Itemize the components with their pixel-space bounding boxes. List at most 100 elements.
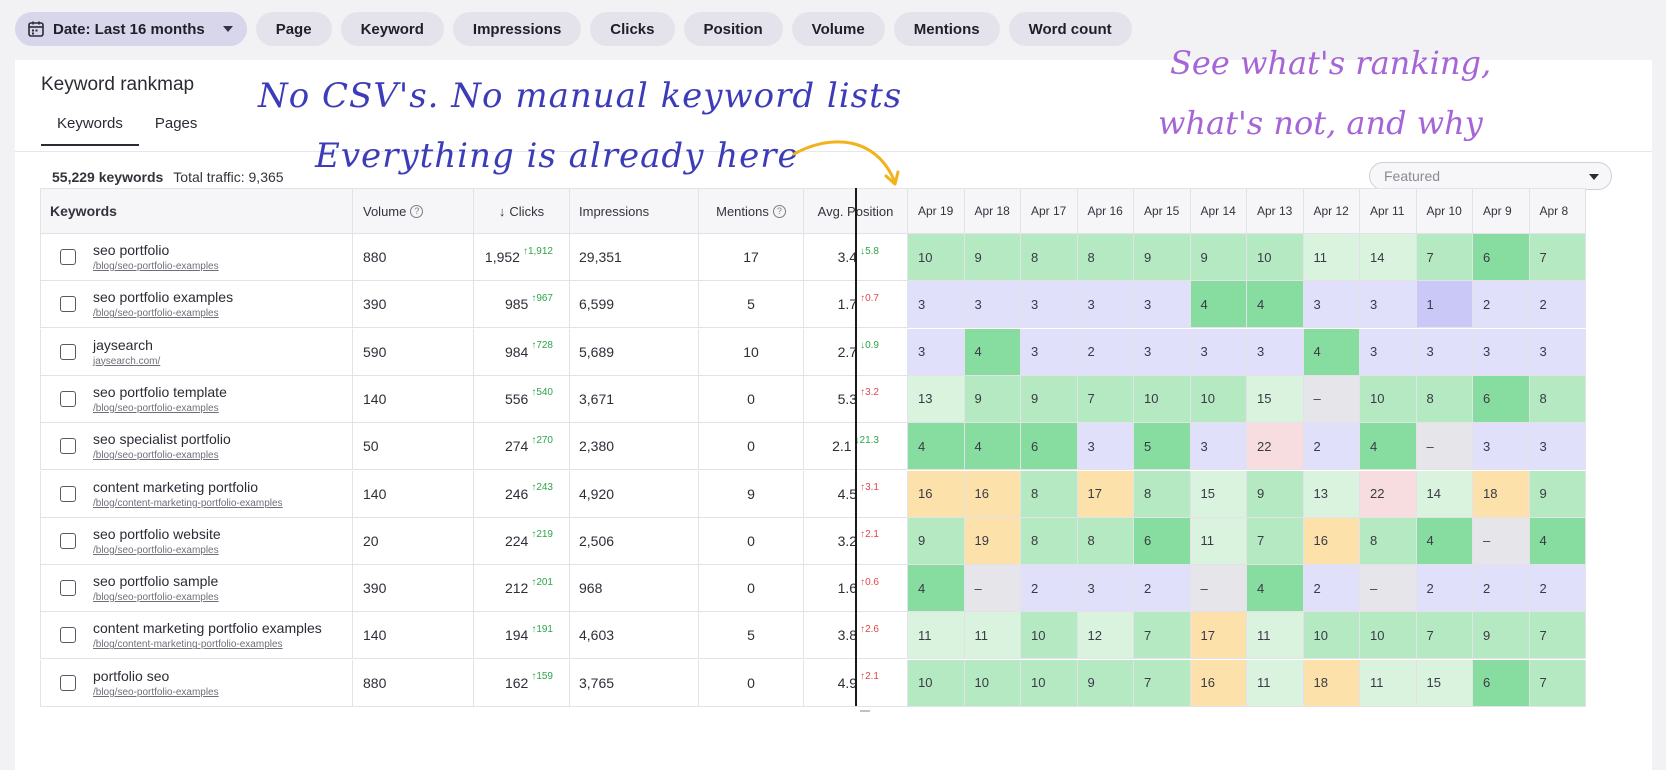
- rank-cell: 2: [1303, 565, 1360, 613]
- column-header-keywords[interactable]: Keywords: [40, 188, 353, 234]
- column-header-clicks[interactable]: ↓ Clicks: [474, 188, 570, 234]
- rank-cell: 8: [1021, 517, 1078, 565]
- date-column-header[interactable]: Apr 12: [1303, 188, 1360, 234]
- rank-cell: 4: [1247, 565, 1304, 613]
- rank-cell: 4: [964, 328, 1021, 376]
- table-row[interactable]: content marketing portfolio examples/blo…: [40, 612, 1586, 660]
- keyword-url-link[interactable]: /blog/seo-portfolio-examples: [93, 308, 233, 319]
- row-checkbox[interactable]: [60, 296, 76, 313]
- date-column-header[interactable]: Apr 15: [1134, 188, 1191, 234]
- date-column-header[interactable]: Apr 9: [1473, 188, 1530, 234]
- table-row[interactable]: seo specialist portfolio/blog/seo-portfo…: [40, 423, 1586, 471]
- row-checkbox[interactable]: [60, 580, 76, 597]
- filter-keyword-button[interactable]: Keyword: [340, 12, 444, 46]
- table-row[interactable]: jaysearch jaysearch.com/590 984 ↑728 5,689 10…: [40, 328, 1586, 376]
- keyword-url-link[interactable]: /blog/seo-portfolio-examples: [93, 687, 219, 698]
- keyword-name[interactable]: seo portfolio template: [93, 384, 227, 400]
- filter-impressions-button[interactable]: Impressions: [452, 12, 582, 46]
- row-checkbox[interactable]: [60, 343, 76, 360]
- table-row[interactable]: content marketing portfolio/blog/content…: [40, 470, 1586, 518]
- keyword-name[interactable]: seo portfolio website: [93, 526, 221, 542]
- date-column-header[interactable]: Apr 16: [1077, 188, 1134, 234]
- column-header-volume[interactable]: Volume?: [353, 188, 474, 234]
- rank-cell: 9: [1247, 470, 1304, 518]
- rank-cell: 8: [1529, 375, 1586, 423]
- table-row[interactable]: seo portfolio website/blog/seo-portfolio…: [40, 517, 1586, 565]
- impressions-cell: 4,603: [570, 612, 699, 660]
- table-row[interactable]: seo portfolio examples/blog/seo-portfoli…: [40, 281, 1586, 329]
- keyword-url-link[interactable]: /blog/seo-portfolio-examples: [93, 592, 219, 603]
- keyword-name[interactable]: jaysearch: [93, 337, 160, 353]
- keyword-name[interactable]: seo specialist portfolio: [93, 431, 231, 447]
- position-delta-value: 21.3: [859, 434, 879, 446]
- row-checkbox[interactable]: [60, 438, 76, 455]
- filter-word-count-button[interactable]: Word count: [1008, 12, 1132, 46]
- row-checkbox[interactable]: [60, 485, 76, 502]
- clicks-value: 985: [504, 296, 529, 313]
- keyword-name[interactable]: seo portfolio: [93, 242, 219, 258]
- date-column-header[interactable]: Apr 17: [1021, 188, 1078, 234]
- row-checkbox[interactable]: [60, 627, 76, 644]
- date-column-header[interactable]: Apr 19: [908, 188, 965, 234]
- keyword-name[interactable]: content marketing portfolio examples: [93, 620, 322, 636]
- position-delta-value: 0.7: [865, 292, 879, 304]
- rank-cell: 4: [1416, 517, 1473, 565]
- rank-cell: 18: [1303, 659, 1360, 707]
- row-checkbox[interactable]: [60, 249, 76, 265]
- help-icon[interactable]: ?: [772, 204, 786, 218]
- chevron-down-icon: [222, 26, 233, 32]
- help-icon[interactable]: ?: [410, 204, 424, 218]
- table-row[interactable]: portfolio seo/blog/seo-portfolio-example…: [40, 659, 1586, 707]
- position-delta-value: 2.1: [865, 529, 879, 541]
- filter-position-button[interactable]: Position: [683, 12, 783, 46]
- keyword-name[interactable]: content marketing portfolio: [93, 479, 283, 495]
- keyword-text: content marketing portfolio examples/blo…: [93, 620, 322, 650]
- tab-keywords[interactable]: Keywords: [41, 104, 139, 146]
- filter-mentions-button[interactable]: Mentions: [893, 12, 1000, 46]
- keyword-name[interactable]: seo portfolio sample: [93, 573, 219, 589]
- column-header-label: Mentions: [716, 203, 769, 219]
- rank-cell: 2: [1473, 281, 1530, 329]
- keyword-url-link[interactable]: /blog/seo-portfolio-examples: [93, 261, 219, 272]
- volume-cell: 880: [353, 234, 474, 281]
- date-column-header[interactable]: Apr 14: [1190, 188, 1247, 234]
- row-checkbox[interactable]: [60, 674, 76, 691]
- clicks-value: 274: [504, 438, 529, 455]
- clicks-delta-value: 728: [536, 340, 553, 352]
- keyword-name[interactable]: portfolio seo: [93, 668, 219, 684]
- tab-bar: Keywords Pages: [41, 104, 213, 146]
- filter-page-button[interactable]: Page: [255, 12, 332, 46]
- sort-select[interactable]: Featured: [1369, 162, 1612, 190]
- keyword-url-link[interactable]: jaysearch.com/: [93, 356, 160, 367]
- keyword-url-link[interactable]: /blog/seo-portfolio-examples: [93, 450, 231, 461]
- clicks-value: 194: [504, 627, 529, 644]
- table-row[interactable]: seo portfolio template/blog/seo-portfoli…: [40, 375, 1586, 423]
- column-header-mentions[interactable]: Mentions?: [699, 188, 804, 234]
- keyword-url-link[interactable]: /blog/content-marketing-portfolio-exampl…: [93, 498, 283, 509]
- keyword-url-link[interactable]: /blog/seo-portfolio-examples: [93, 545, 221, 556]
- table-row[interactable]: seo portfolio/blog/seo-portfolio-example…: [40, 234, 1586, 281]
- date-column-header[interactable]: Apr 18: [964, 188, 1021, 234]
- tab-pages[interactable]: Pages: [139, 104, 214, 146]
- date-filter-button[interactable]: Date: Last 16 months: [15, 12, 247, 46]
- keyword-name[interactable]: seo portfolio examples: [93, 289, 233, 305]
- horizontal-scrollbar[interactable]: [860, 710, 870, 712]
- filter-clicks-button[interactable]: Clicks: [590, 12, 675, 46]
- filter-volume-button[interactable]: Volume: [791, 12, 885, 46]
- row-checkbox[interactable]: [60, 390, 76, 407]
- rank-cell: 11: [1247, 612, 1304, 660]
- date-column-header[interactable]: Apr 11: [1360, 188, 1417, 234]
- table-header-row: Keywords Volume? ↓ Clicks Impressions Mention…: [40, 188, 1586, 238]
- keyword-cell: seo portfolio/blog/seo-portfolio-example…: [40, 234, 353, 281]
- date-column-header[interactable]: Apr 10: [1416, 188, 1473, 234]
- table-row[interactable]: seo portfolio sample/blog/seo-portfolio-…: [40, 565, 1586, 613]
- keyword-url-link[interactable]: /blog/seo-portfolio-examples: [93, 403, 227, 414]
- keyword-url-link[interactable]: /blog/content-marketing-portfolio-exampl…: [93, 639, 322, 650]
- column-header-impressions[interactable]: Impressions: [570, 188, 699, 234]
- clicks-delta: ↑201: [531, 577, 553, 588]
- row-checkbox[interactable]: [60, 532, 76, 549]
- panel-title: Keyword rankmap: [41, 74, 195, 95]
- rank-cell: 10: [964, 659, 1021, 707]
- date-column-header[interactable]: Apr 13: [1247, 188, 1304, 234]
- date-column-header[interactable]: Apr 8: [1529, 188, 1586, 234]
